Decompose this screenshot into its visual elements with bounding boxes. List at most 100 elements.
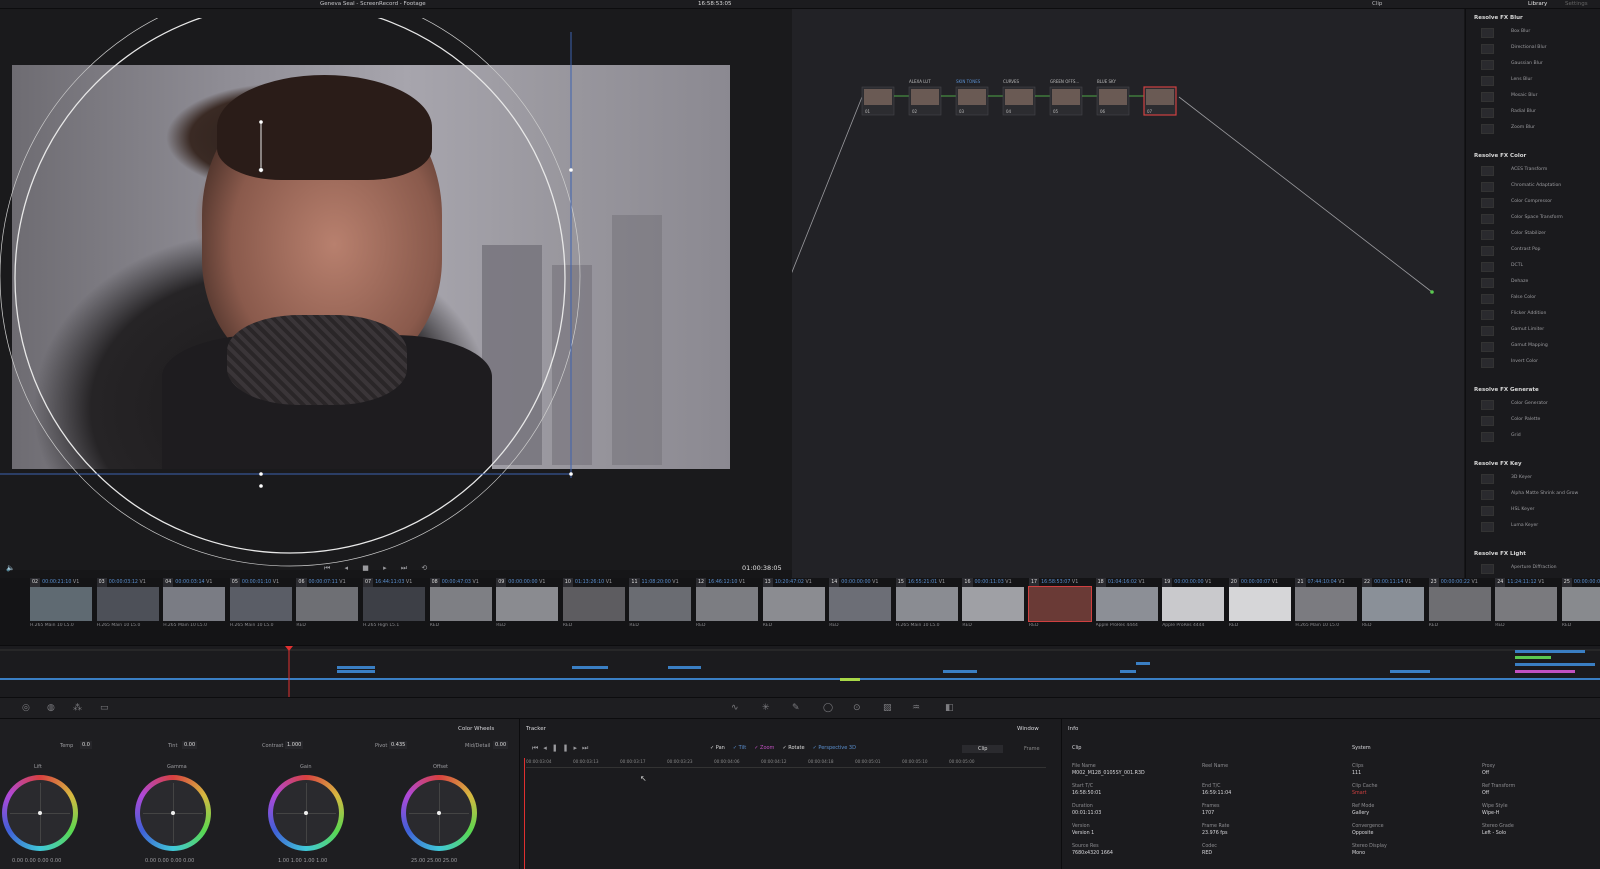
node-04[interactable]: 04 CURVES [1002, 79, 1050, 116]
library-item[interactable]: Gamut Mapping [1481, 341, 1599, 353]
library-item[interactable]: Color Palette [1481, 415, 1599, 427]
color-wheels-title[interactable]: Color Wheels [458, 726, 494, 732]
magic-mask-icon[interactable]: ▨ [883, 703, 892, 713]
wheel-values[interactable]: 25.00 25.00 25.00 [411, 858, 457, 864]
library-item[interactable]: Directional Blur [1481, 43, 1599, 55]
clip-thumbnail[interactable]: 23 00:00:00:22 V1 RED [1428, 578, 1493, 644]
library-item[interactable]: Luma Keyer [1481, 521, 1599, 533]
library-section-title[interactable]: Resolve FX Blur [1474, 15, 1523, 21]
clip-thumbnail[interactable]: 07 16:44:11:03 V1 H.265 High L5.1 [363, 578, 427, 644]
wheel-values[interactable]: 1.00 1.00 1.00 1.00 [278, 858, 327, 864]
tracker-option-perspective-3d[interactable]: ✓ Perspective 3D [813, 745, 856, 751]
clip-thumbnail[interactable]: 11 11:08:20:00 V1 RED [629, 578, 693, 644]
library-item[interactable]: Color Compressor [1481, 197, 1599, 209]
library-item[interactable]: Radial Blur [1481, 107, 1599, 119]
node-graph[interactable]: 01 02 ALEXA LUT 03 SKIN TONES 04 CURVES 05 GREEN… [792, 9, 1464, 578]
clip-thumbnail[interactable]: 04 00:00:03:14 V1 H.265 Main 10 L5.0 [163, 578, 227, 644]
library-section-title[interactable]: Resolve FX Color [1474, 153, 1526, 159]
window-dropdown[interactable]: Window [1017, 726, 1039, 732]
camera-raw-icon[interactable]: ◎ [22, 703, 30, 713]
node-07[interactable]: 07 [1143, 86, 1177, 116]
tracker-option-zoom[interactable]: ✓ Zoom [754, 745, 774, 751]
clip-thumbnail[interactable]: 09 00:00:00:00 V1 RED [496, 578, 560, 644]
library-item[interactable]: Invert Color [1481, 357, 1599, 369]
window-icon[interactable]: ◯ [823, 703, 833, 713]
library-item[interactable]: Contrast Pop [1481, 245, 1599, 257]
node-editor[interactable]: 01 02 ALEXA LUT 03 SKIN TONES 04 CURVES 05 GREEN… [792, 9, 1464, 578]
clip-mode-dropdown[interactable]: Clip [1372, 0, 1382, 9]
wheel-values[interactable]: 0.00 0.00 0.00 0.00 [145, 858, 194, 864]
library-item[interactable]: 3D Keyer [1481, 473, 1599, 485]
clip-thumbnail[interactable]: 08 00:00:47:03 V1 RED [429, 578, 494, 644]
hdr-icon[interactable]: ▭ [100, 703, 109, 713]
library-item[interactable]: Chromatic Adaptation [1481, 181, 1599, 193]
library-item[interactable]: Flicker Addition [1481, 309, 1599, 321]
color-wheel-lift[interactable] [2, 775, 78, 851]
clip-thumbnail[interactable]: 05 00:00:01:10 V1 H.265 Main 10 L5.0 [229, 578, 294, 644]
library-item[interactable]: Grid [1481, 431, 1599, 443]
node-03[interactable]: 03 SKIN TONES [955, 79, 1003, 116]
library-item[interactable]: Box Blur [1481, 27, 1599, 39]
tab-settings[interactable]: Settings [1565, 0, 1588, 9]
color-match-icon[interactable]: ◍ [47, 703, 55, 713]
clip-thumbnail[interactable]: 13 10:20:47:02 V1 RED [762, 578, 827, 644]
clip-thumbnail[interactable]: 06 00:00:07:11 V1 RED [296, 578, 360, 644]
color-wheel-gamma[interactable] [135, 775, 211, 851]
power-window-overlay[interactable] [0, 18, 792, 579]
warper-icon[interactable]: ✳ [762, 703, 770, 713]
clip-thumbnail[interactable]: 20 00:00:00:07 V1 RED [1228, 578, 1293, 644]
node-06[interactable]: 06 BLUE SKY [1096, 79, 1144, 116]
library-section-title[interactable]: Resolve FX Key [1474, 461, 1522, 467]
qualifier-icon[interactable]: ✎ [792, 703, 800, 713]
tracker-transport[interactable]: ⏮◂❚❚▸⏭ [532, 744, 593, 753]
node-02[interactable]: 02 ALEXA LUT [908, 79, 956, 116]
library-item[interactable]: Lens Blur [1481, 75, 1599, 87]
volume-icon[interactable]: 🔈 [6, 564, 15, 572]
middetail-field[interactable]: 0.00 [493, 741, 509, 749]
tracker-option-tilt[interactable]: ✓ Tilt [733, 745, 746, 751]
tracker-clip-tab[interactable]: Clip [962, 745, 1004, 753]
clip-thumbnail[interactable]: 10 01:13:26:10 V1 RED [562, 578, 627, 644]
library-item[interactable]: Gaussian Blur [1481, 59, 1599, 71]
tint-field[interactable]: 0.00 [182, 741, 198, 749]
library-item[interactable]: Color Generator [1481, 399, 1599, 411]
library-item[interactable]: Dehaze [1481, 277, 1599, 289]
contrast-field[interactable]: 1.000 [285, 741, 304, 749]
pivot-field[interactable]: 0.435 [389, 741, 408, 749]
library-item[interactable]: Color Stabilizer [1481, 229, 1599, 241]
clip-thumbnail[interactable]: 12 16:46:12:10 V1 RED [696, 578, 760, 644]
clip-thumbnail[interactable]: 02 00:00:21:10 V1 H.265 Main 10 L5.0 [30, 578, 94, 644]
library-item[interactable]: DCTL [1481, 261, 1599, 273]
library-item[interactable]: Zoom Blur [1481, 123, 1599, 135]
library-item[interactable]: Mosaic Blur [1481, 91, 1599, 103]
clip-thumbnail[interactable]: 22 00:00:11:14 V1 RED [1362, 578, 1426, 644]
tracker-frame-tab[interactable]: Frame [1010, 745, 1054, 753]
blur-icon[interactable]: ♒ [912, 703, 920, 713]
transport-controls[interactable]: ⏮ ◂ ■ ▸ ⏭ ⟲ [324, 564, 433, 573]
library-item[interactable]: Gamut Limiter [1481, 325, 1599, 337]
key-icon[interactable]: ◧ [945, 703, 954, 713]
clip-thumbnail[interactable]: 24 11:24:11:12 V1 RED [1495, 578, 1559, 644]
color-wheel-offset[interactable] [401, 775, 477, 851]
clip-thumbnail[interactable]: 18 01:04:16:02 V1 Apple ProRes 4444 [1095, 578, 1160, 644]
library-item[interactable]: Color Space Transform [1481, 213, 1599, 225]
clip-thumbnail[interactable]: 21 07:44:10:04 V1 H.265 Main 10 L5.0 [1295, 578, 1359, 644]
tracker-icon[interactable]: ⊙ [853, 703, 861, 713]
library-section-title[interactable]: Resolve FX Generate [1474, 387, 1539, 393]
tracker-option-rotate[interactable]: ✓ Rotate [782, 745, 804, 751]
library-section-title[interactable]: Resolve FX Light [1474, 551, 1526, 557]
temp-field[interactable]: 0.0 [80, 741, 92, 749]
node-05[interactable]: 05 GREEN OFFS... [1049, 79, 1097, 116]
library-item[interactable]: ACES Transform [1481, 165, 1599, 177]
wheel-values[interactable]: 0.00 0.00 0.00 0.00 [12, 858, 61, 864]
clip-thumbnail[interactable]: 03 00:00:03:12 V1 H.265 Main 10 L5.0 [96, 578, 161, 644]
mini-timeline[interactable] [0, 645, 1600, 698]
library-item[interactable]: HSL Keyer [1481, 505, 1599, 517]
color-wheels-icon[interactable]: ⁂ [73, 703, 82, 713]
clip-thumbnail[interactable]: 2500:00:00:00 V1 RED [1561, 578, 1600, 644]
library-item[interactable]: Aperture Diffraction [1481, 563, 1599, 575]
clip-thumbnail[interactable]: 19 00:00:00:00 V1 Apple ProRes 4444 [1162, 578, 1226, 644]
color-wheel-gain[interactable] [268, 775, 344, 851]
clip-thumbnail[interactable]: 16 00:00:11:03 V1 RED [962, 578, 1026, 644]
library-item[interactable]: Alpha Matte Shrink and Grow [1481, 489, 1599, 501]
